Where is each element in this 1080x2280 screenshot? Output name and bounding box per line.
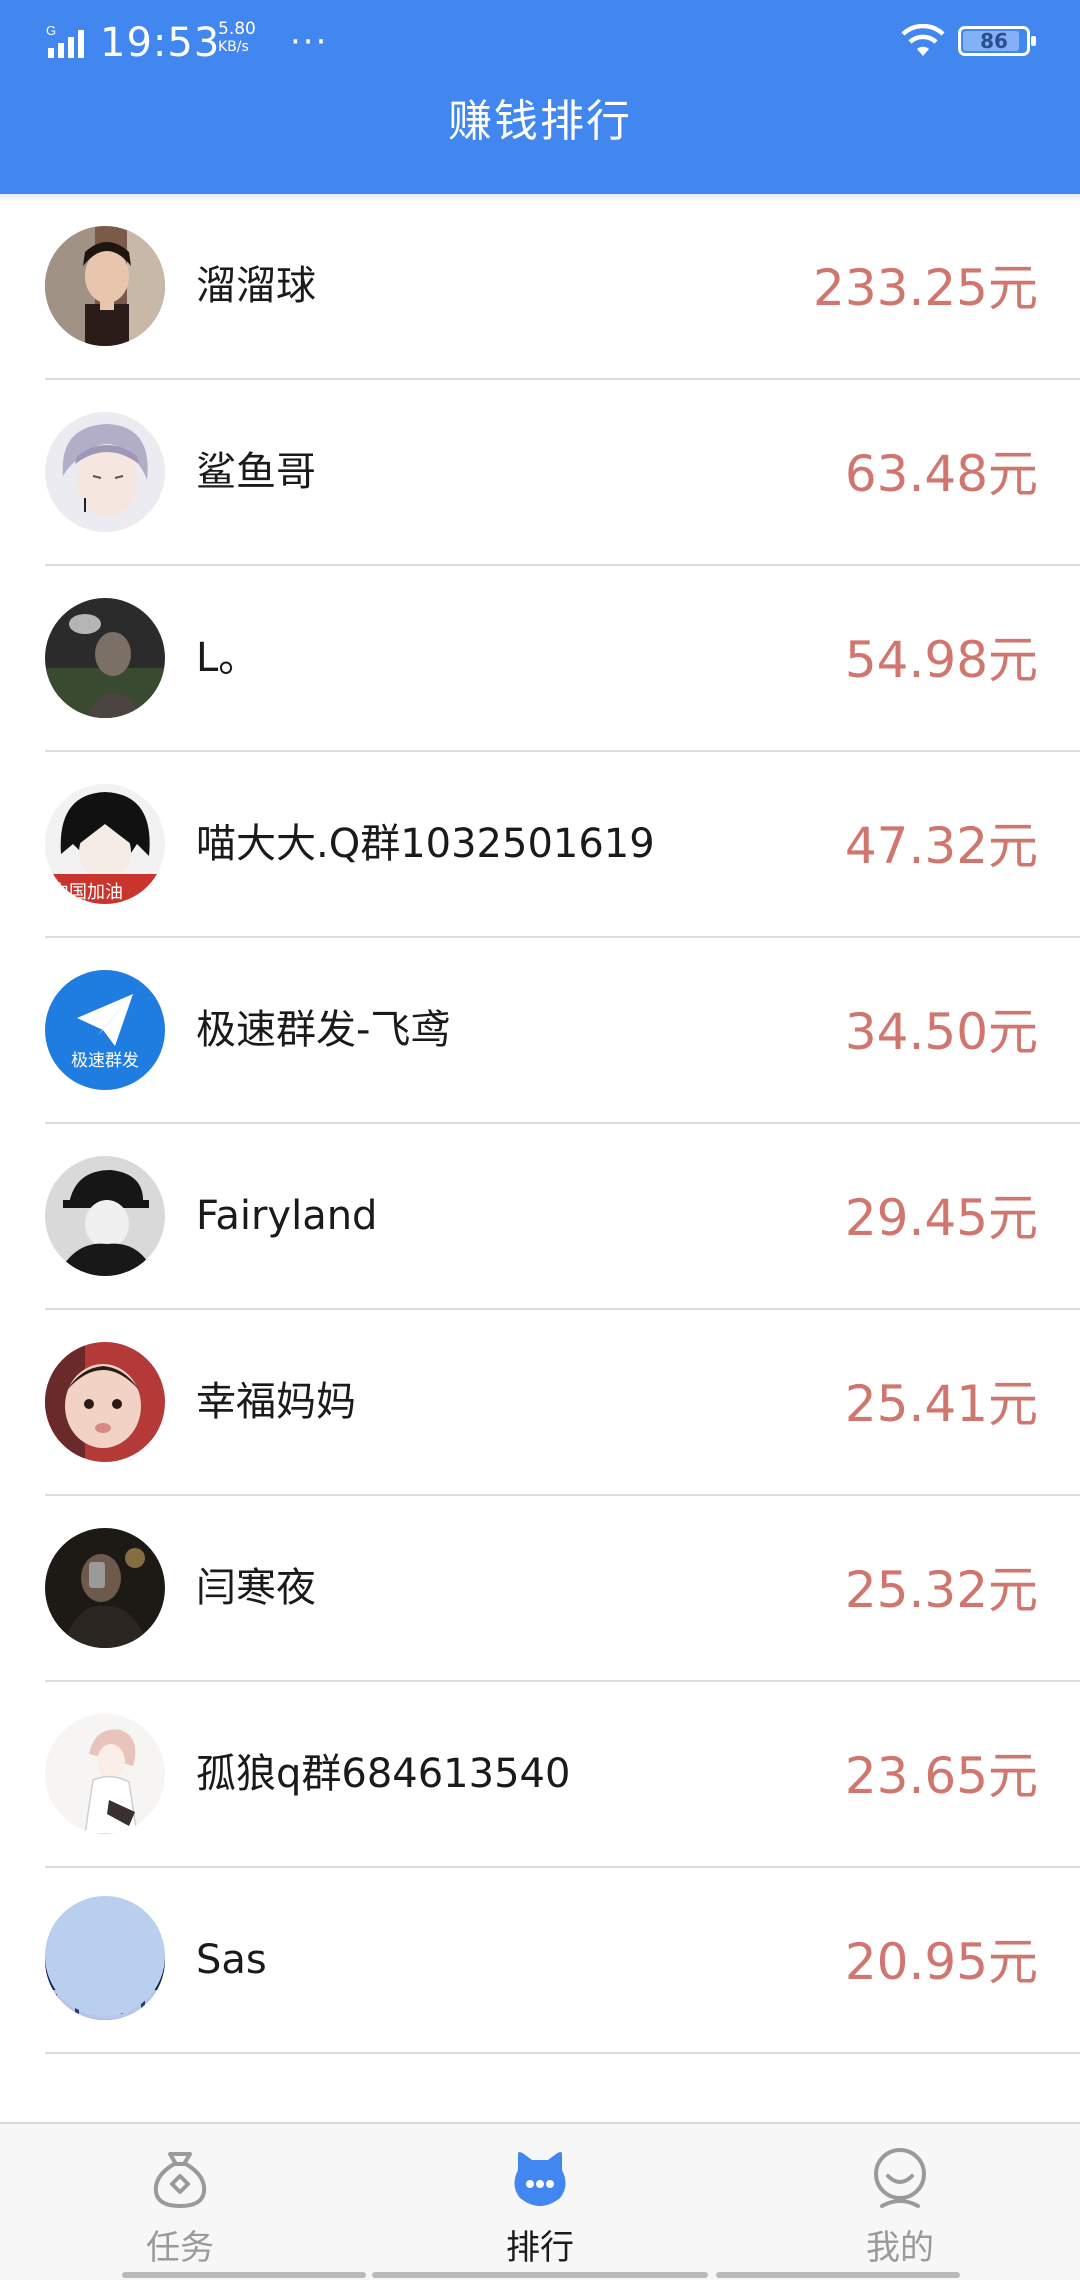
tab-label: 我的 xyxy=(866,2228,934,2268)
avatar-logo-text: 极速群发 xyxy=(71,1051,139,1071)
earning-amount: 47.32元 xyxy=(844,817,1038,875)
user-name: 闫寒夜 xyxy=(196,1565,316,1611)
network-type: G xyxy=(46,23,56,38)
avatar[interactable] xyxy=(45,1528,165,1648)
avatar[interactable] xyxy=(45,412,165,532)
status-bar: G 19:53 5.80 KB/s ··· 86 xyxy=(0,0,1080,82)
user-name: Sas xyxy=(196,1937,267,1983)
ranking-row[interactable]: 孤狼q群684613540 23.65元 xyxy=(0,1682,1080,1868)
signal-icon: G xyxy=(46,23,84,58)
user-name: L。 xyxy=(196,635,259,681)
ranking-chat-icon xyxy=(514,2152,566,2206)
network-speed: 5.80 KB/s xyxy=(218,20,278,56)
avatar[interactable] xyxy=(45,1342,165,1462)
avatar[interactable]: 中国加油 xyxy=(45,784,165,904)
nav-indicator-bar xyxy=(122,2272,366,2278)
avatar[interactable]: 极速群发 xyxy=(45,970,165,1090)
ranking-row[interactable]: 溜溜球 233.25元 xyxy=(0,194,1080,380)
avatar[interactable] xyxy=(45,598,165,718)
ranking-row[interactable]: 闫寒夜 25.32元 xyxy=(0,1496,1080,1682)
user-name: 喵大大.Q群1032501619 xyxy=(196,821,655,867)
user-name: 溜溜球 xyxy=(196,263,316,309)
ranking-row[interactable]: Fairyland 29.45元 xyxy=(0,1124,1080,1310)
tab-label: 排行 xyxy=(506,2228,574,2268)
tab-label: 任务 xyxy=(146,2228,214,2268)
nav-indicator-bar xyxy=(716,2272,960,2278)
ranking-row[interactable]: L。 54.98元 xyxy=(0,566,1080,752)
avatar[interactable] xyxy=(45,226,165,346)
avatar[interactable] xyxy=(45,1714,165,1834)
earning-amount: 34.50元 xyxy=(844,1003,1038,1061)
ranking-row[interactable]: 极速群发 极速群发-飞鸢 34.50元 xyxy=(0,938,1080,1124)
earning-amount: 20.95元 xyxy=(844,1933,1038,1991)
more-notifications-icon: ··· xyxy=(290,22,329,62)
user-name: 鲨鱼哥 xyxy=(196,449,316,495)
bottom-nav: 任务 排行 我的 xyxy=(0,2122,1080,2280)
speed-unit: KB/s xyxy=(218,39,249,55)
wifi-icon xyxy=(901,24,945,56)
tab-ranking[interactable]: 排行 xyxy=(360,2124,720,2280)
status-time: 19:53 xyxy=(100,20,221,66)
user-name: 幸福妈妈 xyxy=(196,1379,356,1425)
app-header: G 19:53 5.80 KB/s ··· 86 赚钱排行 xyxy=(0,0,1080,194)
user-name: 极速群发-飞鸢 xyxy=(196,1007,451,1053)
earning-amount: 23.65元 xyxy=(844,1747,1038,1805)
earning-amount: 25.41元 xyxy=(844,1375,1038,1433)
money-bag-icon xyxy=(153,2152,207,2208)
speed-value: 5.80 xyxy=(218,19,256,39)
nav-indicator-bar xyxy=(372,2272,708,2278)
battery-level: 86 xyxy=(980,29,1008,53)
avatar[interactable] xyxy=(45,1896,165,2016)
tab-mine[interactable]: 我的 xyxy=(720,2124,1080,2280)
svg-text:中国加油: 中国加油 xyxy=(51,882,123,903)
earning-amount: 29.45元 xyxy=(844,1189,1038,1247)
avatar[interactable] xyxy=(45,1156,165,1276)
earning-amount: 63.48元 xyxy=(844,445,1038,503)
ranking-row[interactable]: 中国加油 喵大大.Q群1032501619 47.32元 xyxy=(0,752,1080,938)
smiley-user-icon xyxy=(874,2148,926,2208)
ranking-row[interactable]: 幸福妈妈 25.41元 xyxy=(0,1310,1080,1496)
earning-amount: 233.25元 xyxy=(813,259,1038,317)
ranking-list[interactable]: 溜溜球 233.25元 鲨鱼哥 63.48元 L。 54.98元 中国加油 喵大… xyxy=(0,194,1080,2122)
tab-tasks[interactable]: 任务 xyxy=(0,2124,360,2280)
row-divider xyxy=(45,2052,1080,2054)
earning-amount: 25.32元 xyxy=(844,1561,1038,1619)
user-name: 孤狼q群684613540 xyxy=(196,1751,571,1797)
page-title: 赚钱排行 xyxy=(448,96,632,147)
user-name: Fairyland xyxy=(196,1193,378,1239)
ranking-row[interactable]: 鲨鱼哥 63.48元 xyxy=(0,380,1080,566)
earning-amount: 54.98元 xyxy=(844,631,1038,689)
battery-icon: 86 xyxy=(958,26,1036,56)
